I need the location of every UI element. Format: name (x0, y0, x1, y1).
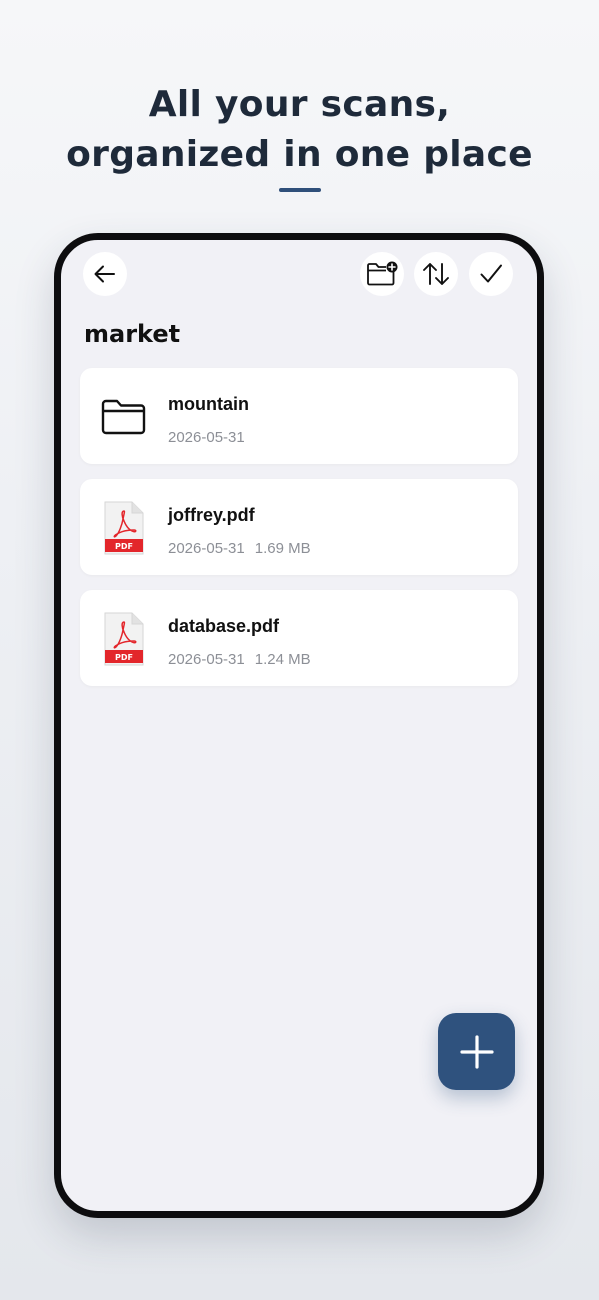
phone-frame: market mountain 2026-05-31 PDF joffrey.p… (54, 233, 544, 1218)
pdf-badge-label: PDF (115, 542, 133, 551)
file-date: 2026-05-31 (168, 540, 245, 557)
headline-line-1: All your scans, (148, 84, 451, 125)
arrow-left-icon (94, 265, 115, 283)
sort-button[interactable] (414, 252, 458, 296)
list-item[interactable]: PDF joffrey.pdf 2026-05-31 1.69 MB (80, 479, 518, 575)
pdf-badge-label: PDF (115, 653, 133, 662)
sort-arrows-icon (423, 263, 449, 285)
file-date: 2026-05-31 (168, 651, 245, 668)
headline: All your scans, organized in one place (0, 80, 599, 180)
file-size: 1.24 MB (254, 651, 311, 668)
headline-underline (279, 188, 321, 192)
file-meta: 2026-05-31 1.69 MB (168, 540, 311, 557)
plus-icon (459, 1034, 494, 1069)
folder-plus-icon (367, 261, 398, 286)
back-button[interactable] (83, 252, 127, 296)
new-folder-button[interactable] (360, 252, 404, 296)
file-name: mountain (168, 394, 249, 414)
headline-line-2: organized in one place (66, 134, 533, 175)
file-name: database.pdf (168, 616, 280, 636)
folder-icon (100, 390, 148, 444)
file-meta: 2026-05-31 1.24 MB (168, 651, 311, 668)
file-meta: 2026-05-31 (168, 429, 245, 446)
pdf-file-icon: PDF (100, 501, 148, 555)
file-name: joffrey.pdf (168, 505, 255, 525)
pdf-file-icon: PDF (100, 612, 148, 666)
list-item[interactable]: mountain 2026-05-31 (80, 368, 518, 464)
file-list: mountain 2026-05-31 PDF joffrey.pdf 2026… (80, 368, 518, 701)
file-size: 1.69 MB (254, 540, 311, 557)
select-button[interactable] (469, 252, 513, 296)
checkmark-icon (480, 264, 502, 283)
file-date: 2026-05-31 (168, 429, 245, 446)
add-scan-button[interactable] (438, 1013, 515, 1090)
folder-title: market (84, 320, 181, 348)
list-item[interactable]: PDF database.pdf 2026-05-31 1.24 MB (80, 590, 518, 686)
